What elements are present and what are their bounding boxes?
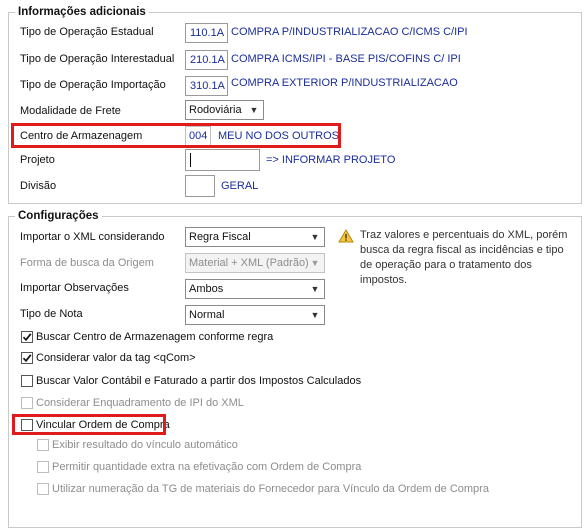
enquadramento-ipi-label: Considerar Enquadramento de IPI do XML (36, 397, 244, 409)
projeto-label: Projeto (20, 154, 55, 166)
importar-xml-select[interactable]: Regra Fiscal ▼ (185, 227, 325, 247)
buscar-valor-contabil-checkbox[interactable] (21, 375, 33, 387)
enquadramento-ipi-checkbox[interactable] (21, 397, 33, 409)
chevron-down-icon: ▼ (310, 232, 320, 242)
buscar-centro-label: Buscar Centro de Armazenagem conforme re… (36, 331, 274, 343)
projeto-input[interactable] (185, 149, 260, 171)
tipo-operacao-interestadual-label: Tipo de Operação Interestadual (20, 53, 175, 65)
chevron-down-icon: ▼ (310, 258, 320, 268)
considerar-qcom-label: Considerar valor da tag <qCom> (36, 352, 196, 364)
importar-xml-value: Regra Fiscal (189, 231, 251, 243)
text-cursor (190, 153, 191, 167)
tipo-operacao-interestadual-desc: COMPRA ICMS/IPI - BASE PIS/COFINS C/ IPI (231, 53, 461, 65)
divisao-input[interactable] (185, 175, 215, 197)
highlight-vincular-ordem-compra (12, 414, 166, 435)
chevron-down-icon: ▼ (310, 284, 320, 294)
tipo-nota-label: Tipo de Nota (20, 308, 83, 320)
divisao-desc: GERAL (221, 180, 259, 192)
importar-observacoes-select[interactable]: Ambos ▼ (185, 279, 325, 299)
chevron-down-icon: ▼ (249, 105, 259, 115)
tipo-nota-value: Normal (189, 309, 225, 321)
exibir-resultado-label: Exibir resultado do vínculo automático (52, 439, 238, 451)
importar-observacoes-value: Ambos (189, 283, 224, 295)
tipo-operacao-interestadual-code[interactable]: 210.1A (185, 50, 228, 70)
informar-projeto-link[interactable]: => INFORMAR PROJETO (266, 154, 395, 166)
importar-observacoes-label: Importar Observações (20, 282, 129, 294)
tipo-operacao-importacao-desc: COMPRA EXTERIOR P/INDUSTRIALIZACAO (231, 77, 458, 89)
modalidade-frete-label: Modalidade de Frete (20, 105, 121, 117)
config-group-title: Configurações (15, 210, 102, 222)
divisao-label: Divisão (20, 180, 57, 192)
importar-xml-label: Importar o XML considerando (20, 231, 165, 243)
tipo-nota-select[interactable]: Normal ▼ (185, 305, 325, 325)
tipo-operacao-estadual-code[interactable]: 110.1A (185, 23, 228, 43)
chevron-down-icon: ▼ (310, 310, 320, 320)
quantidade-extra-checkbox[interactable] (37, 461, 49, 473)
tipo-operacao-estadual-desc: COMPRA P/INDUSTRIALIZACAO C/ICMS C/IPI (231, 26, 468, 38)
forma-busca-select[interactable]: Material + XML (Padrão) ▼ (185, 253, 325, 273)
buscar-valor-contabil-label: Buscar Valor Contábil e Faturado a parti… (36, 375, 362, 387)
considerar-qcom-checkbox[interactable] (21, 352, 33, 364)
warning-text: Traz valores e percentuais do XML, porém… (360, 229, 568, 286)
info-group-title: Informações adicionais (15, 6, 149, 18)
tipo-operacao-importacao-code[interactable]: 310.1A (185, 76, 228, 96)
exibir-resultado-checkbox[interactable] (37, 439, 49, 451)
modalidade-frete-select[interactable]: Rodoviária ▼ (185, 100, 264, 120)
tipo-operacao-importacao-label: Tipo de Operação Importação (20, 79, 166, 91)
highlight-centro-armazenagem (11, 123, 341, 148)
quantidade-extra-label: Permitir quantidade extra na efetivação … (52, 461, 362, 473)
forma-busca-value: Material + XML (Padrão) (189, 257, 309, 269)
buscar-centro-checkbox[interactable] (21, 331, 33, 343)
modalidade-frete-value: Rodoviária (189, 104, 242, 116)
forma-busca-label: Forma de busca da Origem (20, 257, 154, 269)
warning-icon (338, 229, 354, 246)
numeracao-tg-label: Utilizar numeração da TG de materiais do… (52, 483, 489, 495)
numeracao-tg-checkbox[interactable] (37, 483, 49, 495)
tipo-operacao-estadual-label: Tipo de Operação Estadual (20, 26, 154, 38)
